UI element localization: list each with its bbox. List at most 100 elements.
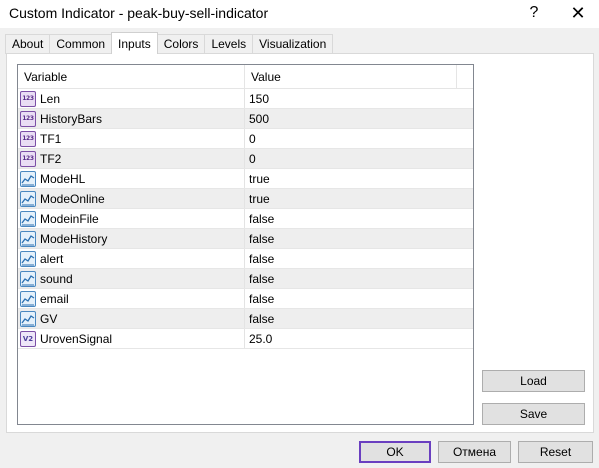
value-cell[interactable]: false <box>245 249 456 268</box>
value-cell[interactable]: true <box>245 169 456 188</box>
row-scroll-gap <box>456 309 473 328</box>
input-row-modehistory[interactable]: ModeHistory false <box>18 229 473 249</box>
variable-name: GV <box>40 311 58 326</box>
value-cell[interactable]: 25.0 <box>245 329 456 348</box>
row-scroll-gap <box>456 169 473 188</box>
tab-about[interactable]: About <box>5 34 51 54</box>
input-row-sound[interactable]: sound false <box>18 269 473 289</box>
variable-name: email <box>40 291 69 306</box>
variable-cell: ModeHL <box>18 169 245 188</box>
variable-cell: alert <box>18 249 245 268</box>
value-cell[interactable]: 500 <box>245 109 456 128</box>
input-row-tf1[interactable]: 123 TF1 0 <box>18 129 473 149</box>
tab-colors[interactable]: Colors <box>156 34 206 54</box>
input-row-urovensignal[interactable]: V2 UrovenSignal 25.0 <box>18 329 473 349</box>
row-scroll-gap <box>456 329 473 348</box>
row-scroll-gap <box>456 189 473 208</box>
input-row-modeinfile[interactable]: ModeinFile false <box>18 209 473 229</box>
value-cell[interactable]: 0 <box>245 149 456 168</box>
tab-levels[interactable]: Levels <box>204 34 254 54</box>
variable-cell: 123 Len <box>18 89 245 108</box>
variable-name: HistoryBars <box>40 111 103 126</box>
column-header-value[interactable]: Value <box>245 65 456 88</box>
variable-cell: ModeinFile <box>18 209 245 228</box>
grid-rows: 123 Len 150 123 HistoryBars 500 123 TF1 0 123 TF2 0… <box>18 89 473 349</box>
header-scroll-gap <box>456 65 473 88</box>
variable-name: ModeOnline <box>40 191 105 206</box>
row-scroll-gap <box>456 129 473 148</box>
variable-name: sound <box>40 271 73 286</box>
variable-name: ModeHistory <box>40 231 108 246</box>
value-cell[interactable]: 0 <box>245 129 456 148</box>
boolean-icon <box>20 310 36 327</box>
tab-common[interactable]: Common <box>49 34 113 54</box>
load-button[interactable]: Load <box>482 370 585 392</box>
variable-name: TF2 <box>40 151 62 166</box>
boolean-icon <box>20 270 36 287</box>
variable-name: Len <box>40 91 61 106</box>
input-row-modeonline[interactable]: ModeOnline true <box>18 189 473 209</box>
tab-strip: About Common Inputs Colors Levels Visual… <box>5 32 334 54</box>
column-header-variable[interactable]: Variable <box>18 65 245 88</box>
ok-button[interactable]: OK <box>359 441 431 463</box>
row-scroll-gap <box>456 149 473 168</box>
row-scroll-gap <box>456 109 473 128</box>
value-cell[interactable]: true <box>245 189 456 208</box>
variable-cell: email <box>18 289 245 308</box>
integer-icon: 123 <box>20 150 36 167</box>
input-row-modehl[interactable]: ModeHL true <box>18 169 473 189</box>
boolean-icon <box>20 290 36 307</box>
value-cell[interactable]: false <box>245 229 456 248</box>
help-button[interactable]: ? <box>523 2 545 24</box>
input-row-len[interactable]: 123 Len 150 <box>18 89 473 109</box>
grid-header: Variable Value <box>18 65 473 89</box>
value-cell[interactable]: false <box>245 269 456 288</box>
variable-cell: sound <box>18 269 245 288</box>
variable-cell: 123 HistoryBars <box>18 109 245 128</box>
row-scroll-gap <box>456 249 473 268</box>
boolean-icon <box>20 230 36 247</box>
variable-name: UrovenSignal <box>40 331 113 346</box>
reset-button[interactable]: Reset <box>518 441 593 463</box>
save-button[interactable]: Save <box>482 403 585 425</box>
value-cell[interactable]: false <box>245 309 456 328</box>
variable-name: ModeHL <box>40 171 86 186</box>
input-row-gv[interactable]: GV false <box>18 309 473 329</box>
variable-name: ModeinFile <box>40 211 99 226</box>
variable-cell: ModeOnline <box>18 189 245 208</box>
integer-icon: 123 <box>20 90 36 107</box>
tab-inputs[interactable]: Inputs <box>111 32 158 54</box>
inputs-grid: Variable Value 123 Len 150 123 HistoryBars 50… <box>17 64 474 425</box>
row-scroll-gap <box>456 89 473 108</box>
cancel-button[interactable]: Отмена <box>438 441 511 463</box>
row-scroll-gap <box>456 229 473 248</box>
variable-cell: V2 UrovenSignal <box>18 329 245 348</box>
value-cell[interactable]: false <box>245 209 456 228</box>
integer-icon: 123 <box>20 130 36 147</box>
variable-cell: 123 TF2 <box>18 149 245 168</box>
input-row-email[interactable]: email false <box>18 289 473 309</box>
title-bar: Custom Indicator - peak-buy-sell-indicat… <box>0 0 599 28</box>
variable-cell: ModeHistory <box>18 229 245 248</box>
input-row-historybars[interactable]: 123 HistoryBars 500 <box>18 109 473 129</box>
integer-icon: 123 <box>20 110 36 127</box>
boolean-icon <box>20 210 36 227</box>
row-scroll-gap <box>456 289 473 308</box>
variable-name: alert <box>40 251 64 266</box>
close-button[interactable]: ✕ <box>566 2 590 24</box>
variable-name: TF1 <box>40 131 62 146</box>
value-cell[interactable]: false <box>245 289 456 308</box>
boolean-icon <box>20 190 36 207</box>
window-title: Custom Indicator - peak-buy-sell-indicat… <box>9 5 269 21</box>
input-row-alert[interactable]: alert false <box>18 249 473 269</box>
variable-cell: GV <box>18 309 245 328</box>
boolean-icon <box>20 250 36 267</box>
row-scroll-gap <box>456 209 473 228</box>
row-scroll-gap <box>456 269 473 288</box>
input-row-tf2[interactable]: 123 TF2 0 <box>18 149 473 169</box>
variable-cell: 123 TF1 <box>18 129 245 148</box>
boolean-icon <box>20 170 36 187</box>
value-cell[interactable]: 150 <box>245 89 456 108</box>
double-icon: V2 <box>20 330 36 347</box>
tab-visualization[interactable]: Visualization <box>252 34 334 54</box>
